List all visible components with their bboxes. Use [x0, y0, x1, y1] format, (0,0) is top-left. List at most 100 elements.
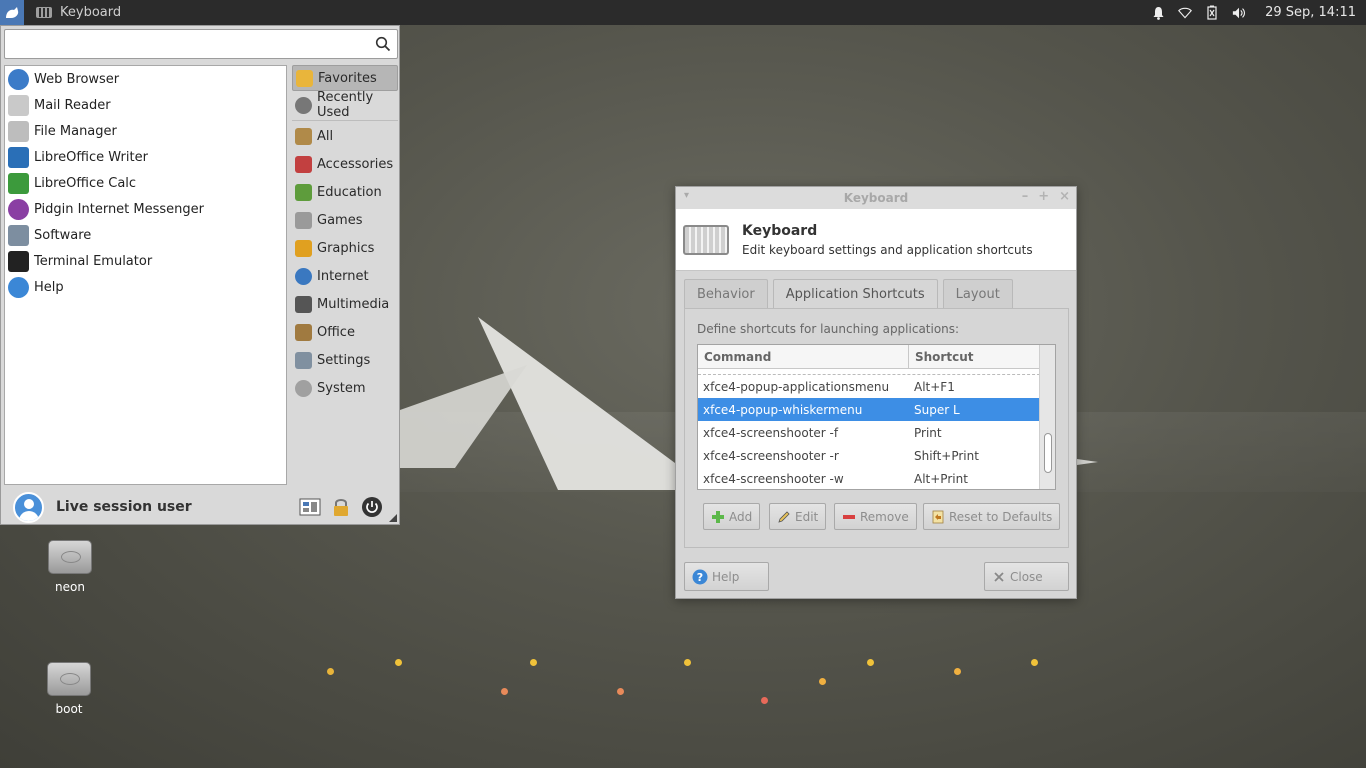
games-icon — [295, 211, 312, 229]
tab-bar: Behavior Application Shortcuts Layout — [684, 279, 1013, 309]
category-settings[interactable]: Settings — [292, 346, 398, 374]
whisker-menu: Web Browser Mail Reader File Manager LibreO… — [0, 25, 400, 525]
shortcut-cell: Alt+Print — [914, 471, 968, 486]
wifi-icon[interactable] — [1178, 6, 1193, 20]
search-icon[interactable] — [375, 36, 391, 52]
category-graphics[interactable]: Graphics — [292, 234, 398, 262]
category-office[interactable]: Office — [292, 318, 398, 346]
table-scrollbar[interactable] — [1039, 345, 1055, 489]
tab-application-shortcuts[interactable]: Application Shortcuts — [772, 279, 938, 309]
desktop-icon-label: boot — [55, 702, 83, 716]
edit-button-label: Edit — [795, 509, 819, 524]
help-icon: ? — [692, 569, 708, 584]
close-button[interactable]: Close — [984, 562, 1069, 591]
category-favorites[interactable]: Favorites — [292, 65, 398, 91]
tab-behavior[interactable]: Behavior — [684, 279, 768, 308]
category-label: System — [317, 380, 366, 396]
pencil-icon — [778, 510, 790, 523]
pidgin-icon — [8, 198, 29, 220]
dialog-subtitle: Edit keyboard settings and application s… — [742, 242, 1033, 257]
maximize-icon[interactable]: + — [1038, 189, 1049, 204]
app-item-label: LibreOffice Writer — [34, 149, 148, 165]
log-out-button[interactable] — [361, 496, 383, 518]
category-label: Recently Used — [317, 90, 374, 120]
clock[interactable]: 29 Sep, 14:11 — [1265, 5, 1356, 20]
remove-button-label: Remove — [860, 509, 909, 524]
terminal-icon — [8, 250, 29, 272]
resize-grip[interactable] — [389, 514, 397, 522]
avatar[interactable] — [13, 491, 44, 523]
shortcut-cell: Print — [914, 425, 942, 440]
volume-icon[interactable] — [1232, 6, 1246, 20]
category-internet[interactable]: Internet — [292, 262, 398, 290]
keyboard-dialog: ▾ Keyboard – + × Keyboard Edit keyboard … — [675, 186, 1077, 599]
wallpaper-dot — [395, 659, 402, 666]
category-multimedia[interactable]: Multimedia — [292, 290, 398, 318]
desktop-icon-neon[interactable]: neon — [25, 540, 115, 594]
category-system[interactable]: System — [292, 374, 398, 402]
help-button[interactable]: ? Help — [684, 562, 769, 591]
taskbar-item-keyboard[interactable]: Keyboard — [36, 5, 121, 20]
column-header-command[interactable]: Command — [698, 345, 909, 368]
tab-panel: Define shortcuts for launching applicati… — [684, 308, 1069, 548]
edit-button[interactable]: Edit — [769, 503, 827, 530]
app-item-label: Help — [34, 279, 64, 295]
tab-layout[interactable]: Layout — [942, 279, 1013, 308]
table-row[interactable]: xfce4-screenshooter -f Print — [698, 421, 1039, 444]
table-row[interactable]: xfce4-popup-whiskermenu Super L — [698, 398, 1039, 421]
add-button-label: Add — [729, 509, 753, 524]
app-item-software[interactable]: Software — [5, 222, 286, 248]
settings-icon — [295, 351, 312, 369]
category-all[interactable]: All — [292, 122, 398, 150]
notification-bell-icon[interactable] — [1151, 6, 1165, 20]
category-label: Favorites — [318, 70, 377, 86]
dialog-titlebar[interactable]: ▾ Keyboard – + × — [676, 187, 1076, 209]
app-item-libreoffice-writer[interactable]: LibreOffice Writer — [5, 144, 286, 170]
top-panel: Keyboard 29 Sep, 14:11 — [0, 0, 1366, 25]
shortcut-cell: Shift+Print — [914, 448, 979, 463]
app-item-file-manager[interactable]: File Manager — [5, 118, 286, 144]
close-icon[interactable]: × — [1059, 189, 1070, 204]
table-row[interactable]: xfce4-popup-applicationsmenu Alt+F1 — [698, 375, 1039, 398]
battery-icon[interactable] — [1205, 5, 1219, 20]
table-row[interactable]: xfce4-screenshooter -r Shift+Print — [698, 444, 1039, 467]
search-input[interactable] — [5, 30, 365, 58]
plus-icon — [712, 510, 724, 523]
minimize-icon[interactable]: – — [1022, 189, 1029, 204]
category-label: Multimedia — [317, 296, 390, 312]
app-item-libreoffice-calc[interactable]: LibreOffice Calc — [5, 170, 286, 196]
lock-screen-button[interactable] — [330, 496, 352, 518]
whisker-menu-button[interactable] — [0, 0, 24, 25]
dialog-title: Keyboard — [742, 222, 818, 239]
category-games[interactable]: Games — [292, 206, 398, 234]
scrollbar-thumb[interactable] — [1044, 433, 1052, 473]
app-item-pidgin-internet-messenger[interactable]: Pidgin Internet Messenger — [5, 196, 286, 222]
keyboard-icon — [36, 7, 52, 18]
window-menu-icon[interactable]: ▾ — [684, 190, 689, 201]
app-item-help[interactable]: Help — [5, 274, 286, 300]
category-list: Favorites Recently Used All Accessories Educ… — [292, 65, 398, 402]
mail-reader-icon — [8, 94, 29, 116]
remove-button[interactable]: Remove — [834, 503, 917, 530]
wallpaper-dot — [501, 688, 508, 695]
shortcut-cell: Super L — [914, 402, 960, 417]
category-label: Graphics — [317, 240, 375, 256]
accessories-icon — [295, 155, 312, 173]
settings-manager-button[interactable] — [299, 496, 321, 518]
app-item-terminal-emulator[interactable]: Terminal Emulator — [5, 248, 286, 274]
drive-icon — [47, 662, 91, 696]
help-button-label: Help — [712, 569, 740, 584]
reset-to-defaults-button[interactable]: Reset to Defaults — [923, 503, 1061, 530]
table-row[interactable]: xfce4-screenshooter -w Alt+Print — [698, 467, 1039, 489]
graphics-icon — [295, 239, 312, 257]
category-recently-used[interactable]: Recently Used — [292, 90, 398, 120]
category-education[interactable]: Education — [292, 178, 398, 206]
category-accessories[interactable]: Accessories — [292, 150, 398, 178]
desktop-icon-boot[interactable]: boot — [24, 662, 114, 716]
app-item-web-browser[interactable]: Web Browser — [5, 66, 286, 92]
app-item-mail-reader[interactable]: Mail Reader — [5, 92, 286, 118]
lock-icon — [334, 499, 348, 516]
add-button[interactable]: Add — [703, 503, 761, 530]
column-header-shortcut[interactable]: Shortcut — [909, 345, 1039, 368]
wallpaper-dot — [327, 668, 334, 675]
